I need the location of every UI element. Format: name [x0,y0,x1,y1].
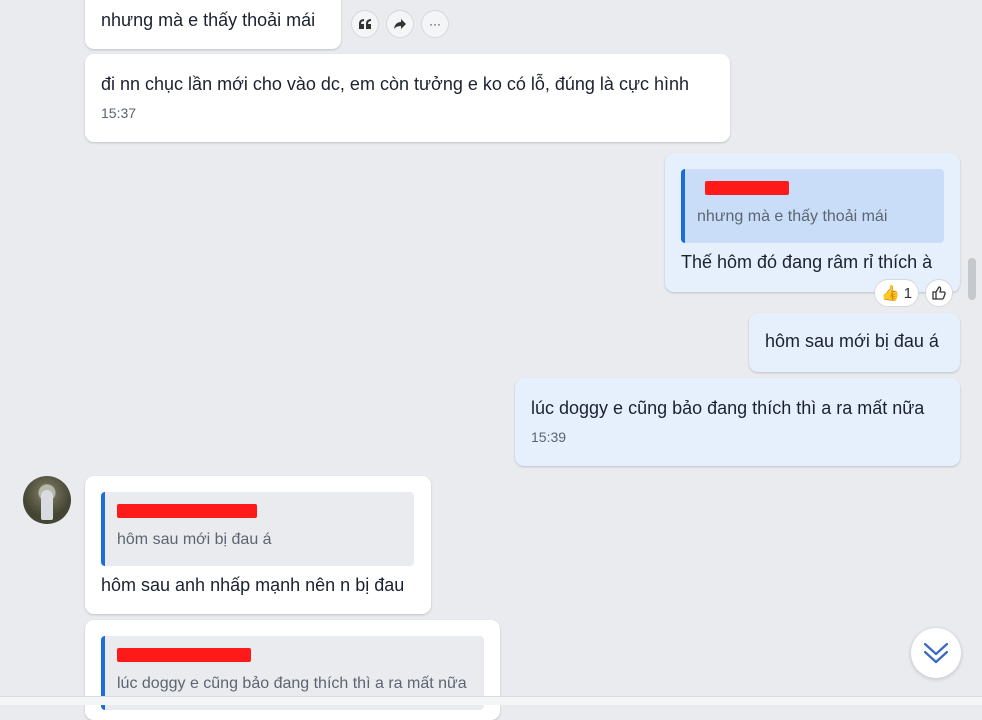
quoted-sender-redacted [117,504,257,518]
reaction-badge[interactable]: 👍 1 [874,279,920,307]
message-timestamp: 15:39 [531,429,567,445]
forward-button[interactable] [386,10,414,38]
message-timestamp: 15:37 [101,105,137,121]
scroll-to-bottom-button[interactable] [911,628,961,678]
reaction-count: 1 [903,284,913,302]
avatar[interactable] [23,476,71,524]
message-text: hôm sau anh nhấp mạnh nên n bị đau [101,575,405,595]
forward-icon [394,19,406,29]
quoted-sender-redacted [705,181,789,195]
message-bubble-incoming[interactable]: nhưng mà e thấy thoải mái [85,0,341,49]
message-text: hôm sau mới bị đau á [765,331,939,351]
quoted-text: hôm sau mới bị đau á [117,531,272,548]
message-text: đi nn chục lần mới cho vào dc, em còn tư… [101,74,690,94]
message-bubble-outgoing[interactable]: nhưng mà e thấy thoải mái Thế hôm đó đan… [665,153,960,292]
message-bubble-incoming[interactable]: đi nn chục lần mới cho vào dc, em còn tư… [85,54,730,142]
scrollbar-thumb[interactable] [968,258,976,300]
message-bubble-outgoing[interactable]: hôm sau mới bị đau á [749,313,960,372]
thumbs-up-emoji: 👍 [881,285,900,302]
message-text: Thế hôm đó đang râm rỉ thích à [681,252,933,272]
thumbs-up-outline-icon [932,286,946,300]
message-bubble-incoming[interactable]: hôm sau mới bị đau á hôm sau anh nhấp mạ… [85,476,431,614]
add-reaction-button[interactable] [925,279,953,307]
message-bubble-outgoing[interactable]: lúc doggy e cũng bảo đang thích thì a ra… [515,378,960,466]
more-options-button[interactable]: ··· [421,10,449,38]
quoted-text: nhưng mà e thấy thoải mái [697,208,888,225]
message-text: lúc doggy e cũng bảo đang thích thì a ra… [531,398,925,418]
quoted-message[interactable]: nhưng mà e thấy thoải mái [681,169,944,243]
message-bubble-incoming[interactable]: lúc doggy e cũng bảo đang thích thì a ra… [85,620,500,720]
quote-icon [359,19,371,29]
quoted-text: lúc doggy e cũng bảo đang thích thì a ra… [117,675,467,692]
quoted-sender-redacted [117,648,251,662]
double-chevron-down-icon [923,642,949,664]
reply-quote-button[interactable] [351,10,379,38]
quoted-message[interactable]: hôm sau mới bị đau á [101,492,414,566]
message-text: nhưng mà e thấy thoải mái [101,10,316,30]
avatar-figure [41,490,53,520]
more-icon: ··· [429,17,441,31]
